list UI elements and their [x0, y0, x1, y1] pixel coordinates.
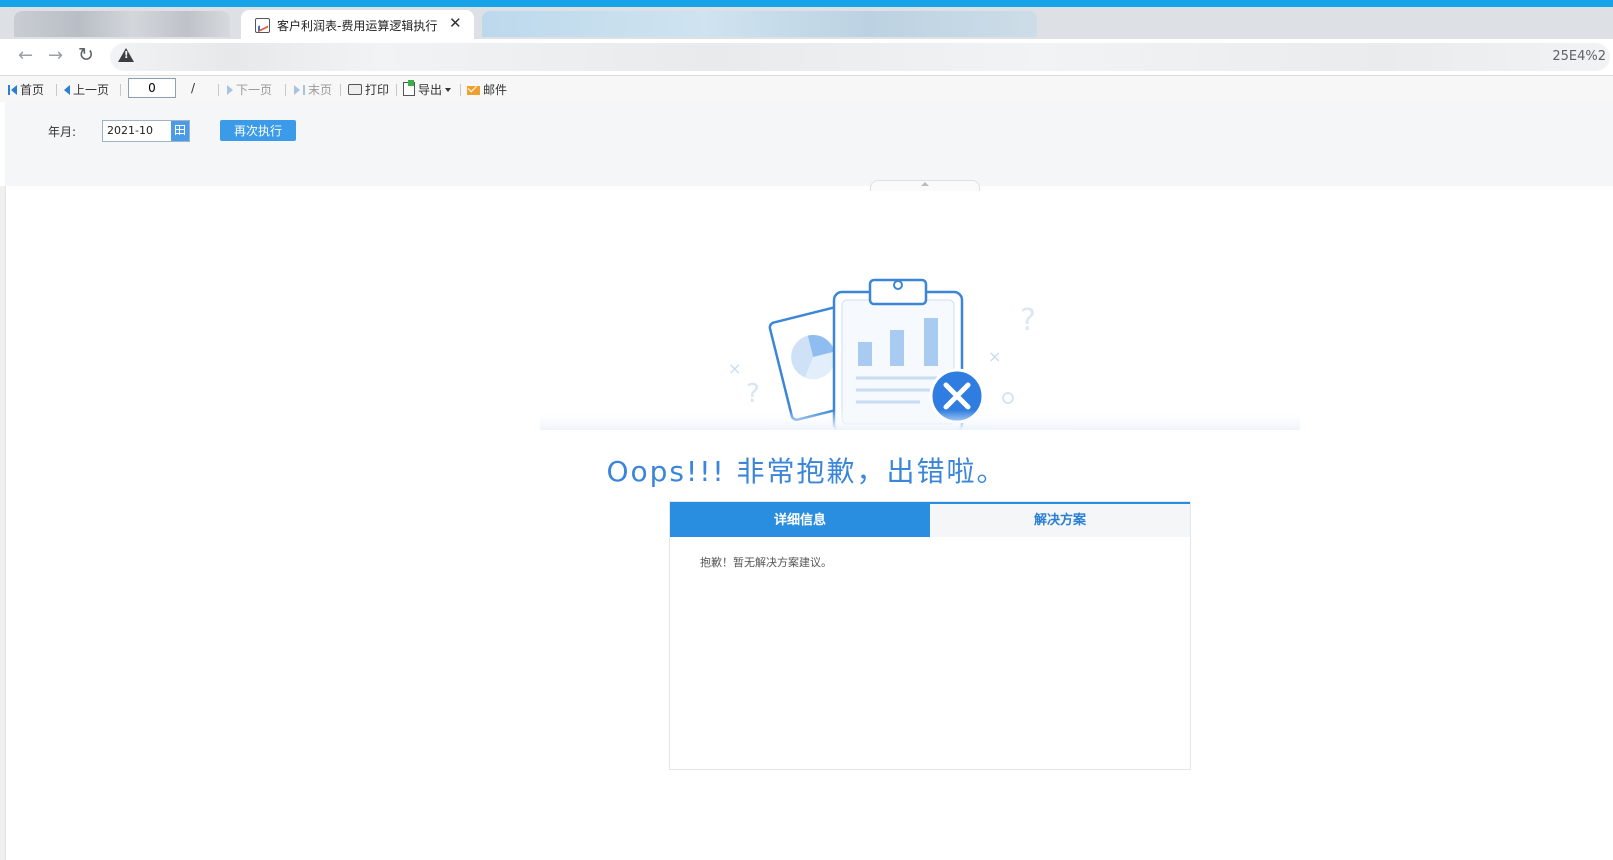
mail-button[interactable]: 邮件 — [467, 81, 507, 98]
dropdown-caret-icon — [445, 88, 452, 92]
toolbar-divider — [56, 84, 57, 96]
toolbar-divider — [340, 84, 341, 96]
error-tabs: 详细信息 解决方案 — [670, 502, 1190, 537]
toolbar-divider — [460, 84, 461, 96]
error-title: Oops!!! 非常抱歉，出错啦。 — [606, 455, 1007, 488]
page-separator: / — [191, 81, 196, 95]
decor-question-icon: ? — [1020, 303, 1036, 338]
security-warning-icon[interactable] — [118, 48, 134, 62]
decor-question-icon: ? — [746, 379, 760, 409]
decor-cross-icon: × — [728, 359, 741, 378]
export-icon — [403, 80, 415, 96]
mail-icon — [467, 86, 480, 95]
url-text: 25E4%2 — [1552, 49, 1606, 64]
left-frame-edge — [0, 186, 6, 860]
parameter-panel: 年月: 2021-10 再次执行 — [5, 102, 1613, 191]
prev-page-button[interactable]: 上一页 — [64, 81, 109, 98]
next-page-icon — [227, 85, 233, 95]
browser-tab-blurred[interactable] — [482, 11, 1037, 37]
printer-icon — [348, 84, 362, 95]
toolbar-divider — [218, 84, 219, 96]
toolbar-divider — [120, 84, 121, 96]
first-page-button[interactable]: 首页 — [8, 81, 44, 98]
export-button[interactable]: 导出 — [403, 80, 452, 98]
browser-tab-active[interactable]: 客户利润表-费用运算逻辑执行 ✕ — [241, 10, 474, 39]
tab-close-icon[interactable]: ✕ — [449, 14, 462, 32]
first-page-icon — [8, 85, 10, 95]
error-message: 抱歉！暂无解决方案建议。 — [700, 556, 832, 569]
last-page-icon — [294, 85, 300, 95]
report-toolbar: 首页 上一页 / 下一页 末页 打印 导出 邮件 — [0, 76, 1613, 102]
report-favicon-icon — [255, 18, 270, 33]
browser-tab-title: 客户利润表-费用运算逻辑执行 — [277, 19, 438, 33]
next-page-button[interactable]: 下一页 — [227, 81, 272, 98]
back-arrow-icon[interactable]: ← — [18, 45, 33, 66]
calendar-icon[interactable] — [171, 121, 189, 141]
browser-address-bar: ← → ↻ 25E4%2 — [0, 39, 1613, 76]
decor-cross-icon: × — [988, 347, 1001, 366]
year-month-value: 2021-10 — [107, 124, 153, 137]
browser-top-accent — [0, 0, 1613, 7]
toolbar-divider — [285, 84, 286, 96]
toolbar-divider — [396, 84, 397, 96]
error-detail-card: 详细信息 解决方案 抱歉！暂无解决方案建议。 — [669, 501, 1191, 770]
collapse-panel-handle[interactable] — [870, 180, 980, 191]
prev-page-icon — [64, 85, 70, 95]
year-month-label: 年月: — [48, 125, 77, 139]
tab-solution[interactable]: 解决方案 — [930, 504, 1190, 537]
error-illustration: × ? × ? — [540, 278, 1300, 430]
page-number-input[interactable] — [128, 78, 176, 98]
browser-tab-blurred[interactable] — [14, 11, 230, 37]
print-button[interactable]: 打印 — [348, 81, 389, 98]
run-again-button[interactable]: 再次执行 — [220, 120, 296, 141]
browser-tabstrip: 客户利润表-费用运算逻辑执行 ✕ — [0, 7, 1613, 39]
reload-icon[interactable]: ↻ — [78, 44, 94, 66]
forward-arrow-icon[interactable]: → — [48, 45, 63, 66]
year-month-input[interactable]: 2021-10 — [102, 120, 190, 142]
url-field[interactable]: 25E4%2 — [110, 43, 1610, 71]
tab-detail-info[interactable]: 详细信息 — [670, 504, 930, 537]
last-page-button[interactable]: 末页 — [294, 81, 332, 98]
